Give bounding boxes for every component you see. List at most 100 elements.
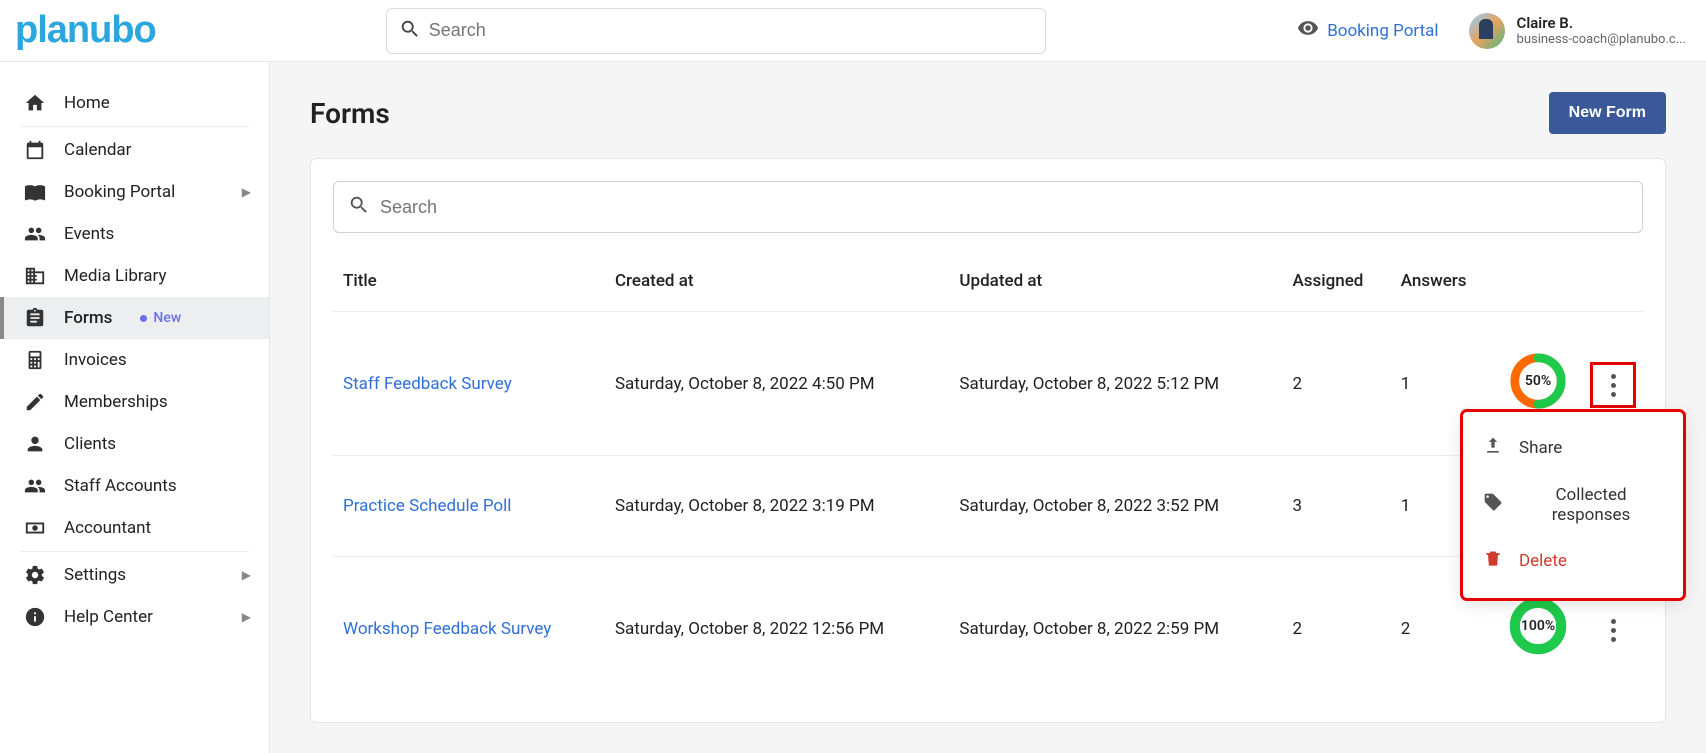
person-icon (24, 433, 46, 455)
logo[interactable]: planubo (15, 9, 156, 52)
table-row: Practice Schedule Poll Saturday, October… (333, 456, 1643, 557)
sidebar-item-label: Memberships (64, 392, 168, 412)
page-title: Forms (310, 97, 390, 130)
new-badge: New (140, 310, 181, 326)
staff-icon (24, 475, 46, 497)
global-search[interactable] (386, 8, 1046, 54)
table-row: Workshop Feedback Survey Saturday, Octob… (333, 557, 1643, 701)
sidebar-item-label: Home (64, 93, 110, 113)
money-icon (24, 517, 46, 539)
user-menu[interactable]: Claire B. business-coach@planubo.c... (1469, 13, 1686, 49)
sidebar-item-label: Booking Portal (64, 182, 175, 202)
book-icon (24, 181, 46, 203)
col-assigned: Assigned (1282, 241, 1390, 312)
sidebar-item-staff-accounts[interactable]: Staff Accounts (0, 465, 269, 507)
sidebar-item-settings[interactable]: Settings ▶ (0, 554, 269, 596)
cell-assigned: 3 (1282, 456, 1390, 557)
sidebar-item-booking-portal[interactable]: Booking Portal ▶ (0, 171, 269, 213)
topbar: planubo Booking Portal Claire B. busines… (0, 0, 1706, 62)
cell-assigned: 2 (1282, 312, 1390, 456)
sidebar-item-home[interactable]: Home (0, 82, 269, 124)
sidebar-item-help-center[interactable]: Help Center ▶ (0, 596, 269, 638)
library-icon (24, 265, 46, 287)
sidebar-item-label: Settings (64, 565, 126, 585)
sidebar-item-events[interactable]: Events (0, 213, 269, 255)
sidebar-item-label: Help Center (64, 607, 153, 627)
sidebar-item-label: Invoices (64, 350, 127, 370)
eye-icon (1297, 17, 1319, 44)
gear-icon (24, 564, 46, 586)
info-icon (24, 606, 46, 628)
form-title-link[interactable]: Practice Schedule Poll (343, 496, 511, 516)
avatar (1469, 13, 1505, 49)
cell-created: Saturday, October 8, 2022 4:50 PM (605, 312, 949, 456)
col-progress (1493, 241, 1583, 312)
sidebar-item-label: Clients (64, 434, 116, 454)
user-meta: Claire B. business-coach@planubo.c... (1517, 14, 1686, 48)
cell-updated: Saturday, October 8, 2022 5:12 PM (949, 312, 1282, 456)
forms-search[interactable] (333, 181, 1643, 233)
sidebar-item-label: Media Library (64, 266, 167, 286)
cell-created: Saturday, October 8, 2022 12:56 PM (605, 557, 949, 701)
progress-ring: 50% (1509, 352, 1567, 410)
sidebar-item-memberships[interactable]: Memberships (0, 381, 269, 423)
cell-assigned: 2 (1282, 557, 1390, 701)
content: Forms New Form Title Created at Updated … (270, 62, 1706, 753)
calendar-icon (24, 139, 46, 161)
sidebar: Home Calendar Booking Portal ▶ Events Me… (0, 62, 270, 753)
sidebar-item-label: Accountant (64, 518, 151, 538)
row-actions-button[interactable] (1595, 367, 1631, 403)
share-icon (1483, 436, 1503, 461)
chevron-right-icon: ▶ (242, 185, 251, 199)
sidebar-item-calendar[interactable]: Calendar (0, 129, 269, 171)
clipboard-icon (24, 307, 46, 329)
menu-item-collected-responses[interactable]: Collected responses (1463, 473, 1683, 537)
table-row: Staff Feedback Survey Saturday, October … (333, 312, 1643, 456)
sidebar-item-forms[interactable]: Forms New (0, 297, 269, 339)
booking-portal-label: Booking Portal (1327, 21, 1438, 41)
users-icon (24, 223, 46, 245)
form-title-link[interactable]: Staff Feedback Survey (343, 374, 512, 394)
sidebar-item-accountant[interactable]: Accountant (0, 507, 269, 549)
progress-label: 100% (1521, 618, 1555, 634)
form-title-link[interactable]: Workshop Feedback Survey (343, 619, 551, 639)
forms-search-input[interactable] (380, 197, 1628, 218)
booking-portal-link[interactable]: Booking Portal (1297, 17, 1438, 44)
search-icon (348, 194, 380, 220)
global-search-input[interactable] (429, 20, 1033, 41)
sidebar-item-clients[interactable]: Clients (0, 423, 269, 465)
topbar-right: Booking Portal Claire B. business-coach@… (1297, 13, 1686, 49)
cell-updated: Saturday, October 8, 2022 2:59 PM (949, 557, 1282, 701)
new-form-button[interactable]: New Form (1549, 92, 1666, 134)
col-actions (1583, 241, 1643, 312)
menu-item-delete[interactable]: Delete (1463, 537, 1683, 586)
user-email: business-coach@planubo.c... (1517, 32, 1686, 48)
sidebar-item-label: Staff Accounts (64, 476, 177, 496)
col-created: Created at (605, 241, 949, 312)
chevron-right-icon: ▶ (242, 610, 251, 624)
page-header: Forms New Form (310, 92, 1666, 134)
forms-card: Title Created at Updated at Assigned Ans… (310, 158, 1666, 723)
row-actions-button[interactable] (1595, 612, 1631, 648)
row-context-menu: Share Collected responses Delete (1463, 412, 1683, 598)
menu-item-label: Delete (1519, 551, 1567, 571)
sidebar-item-media-library[interactable]: Media Library (0, 255, 269, 297)
home-icon (24, 92, 46, 114)
cell-updated: Saturday, October 8, 2022 3:52 PM (949, 456, 1282, 557)
sidebar-item-label: Events (64, 224, 114, 244)
sidebar-item-label: Calendar (64, 140, 131, 160)
chevron-right-icon: ▶ (242, 568, 251, 582)
menu-item-share[interactable]: Share (1463, 424, 1683, 473)
pencil-icon (24, 391, 46, 413)
sidebar-item-invoices[interactable]: Invoices (0, 339, 269, 381)
menu-item-label: Collected responses (1519, 485, 1663, 525)
calculator-icon (24, 349, 46, 371)
sidebar-item-label: Forms (64, 308, 112, 328)
menu-item-label: Share (1519, 438, 1562, 458)
progress-ring: 100% (1509, 597, 1567, 655)
forms-table: Title Created at Updated at Assigned Ans… (333, 241, 1643, 700)
col-title: Title (333, 241, 605, 312)
col-updated: Updated at (949, 241, 1282, 312)
user-name: Claire B. (1517, 14, 1686, 32)
trash-icon (1483, 549, 1503, 574)
